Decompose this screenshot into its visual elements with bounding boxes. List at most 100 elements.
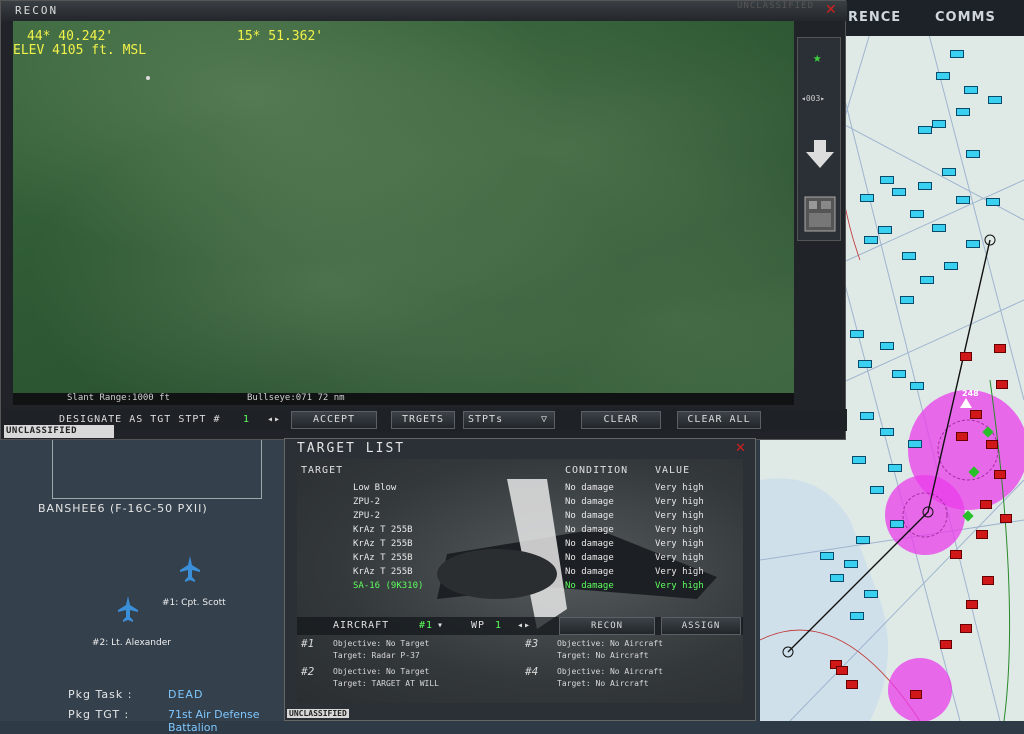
pilot-1-label[interactable]: #1: Cpt. Scott (162, 598, 226, 608)
table-row[interactable]: ZPU-2 No damage Very high (285, 511, 755, 525)
pilot-2-label[interactable]: #2: Lt. Alexander (92, 638, 171, 648)
col-header-condition[interactable]: CONDITION (565, 465, 628, 476)
friendly-unit-icon[interactable] (850, 330, 864, 338)
friendly-unit-icon[interactable] (964, 86, 978, 94)
friendly-unit-icon[interactable] (878, 226, 892, 234)
col-header-target[interactable]: TARGET (301, 465, 343, 476)
table-row[interactable]: KrAz T 255B No damage Very high (285, 553, 755, 567)
enemy-unit-icon[interactable] (910, 690, 922, 699)
friendly-unit-icon[interactable] (860, 194, 874, 202)
stpts-dropdown[interactable]: STPTs ▽ (463, 411, 555, 429)
slot-target[interactable]: Target: TARGET AT WILL (333, 679, 439, 688)
recon-image[interactable]: 44* 40.242' 15* 51.362' ELEV 4105 ft. MS… (13, 21, 794, 393)
wp-arrows-icon[interactable]: ◂▸ (517, 620, 531, 631)
friendly-unit-icon[interactable] (880, 428, 894, 436)
friendly-unit-icon[interactable] (932, 224, 946, 232)
friendly-unit-icon[interactable] (936, 72, 950, 80)
enemy-unit-icon[interactable] (1000, 514, 1012, 523)
friendly-unit-icon[interactable] (900, 296, 914, 304)
enemy-unit-icon[interactable] (956, 432, 968, 441)
friendly-unit-icon[interactable] (908, 440, 922, 448)
table-row[interactable]: KrAz T 255B No damage Very high (285, 525, 755, 539)
table-row[interactable]: Low Blow No damage Very high (285, 483, 755, 497)
recon-titlebar[interactable] (1, 1, 847, 21)
col-header-value[interactable]: VALUE (655, 465, 690, 476)
slot-target[interactable]: Target: Radar P-37 (333, 651, 420, 660)
friendly-unit-icon[interactable] (850, 612, 864, 620)
enemy-unit-icon[interactable] (966, 600, 978, 609)
enemy-unit-icon[interactable] (836, 666, 848, 675)
friendly-unit-icon[interactable] (932, 120, 946, 128)
friendly-unit-icon[interactable] (910, 210, 924, 218)
friendly-unit-icon[interactable] (986, 198, 1000, 206)
enemy-unit-icon[interactable] (950, 550, 962, 559)
recon-button[interactable]: RECON (559, 617, 655, 635)
slot-target[interactable]: Target: No Aircraft (557, 651, 649, 660)
tab-reference[interactable]: RENCE (848, 10, 901, 25)
table-row[interactable]: SA-16 (9K310) No damage Very high (285, 581, 755, 595)
friendly-unit-icon[interactable] (880, 176, 894, 184)
friendly-unit-icon[interactable] (888, 464, 902, 472)
enemy-unit-icon[interactable] (970, 410, 982, 419)
targets-button[interactable]: TRGETS (391, 411, 455, 429)
friendly-unit-icon[interactable] (890, 520, 904, 528)
friendly-unit-icon[interactable] (966, 240, 980, 248)
enemy-unit-icon[interactable] (994, 470, 1006, 479)
friendly-unit-icon[interactable] (858, 360, 872, 368)
friendly-unit-icon[interactable] (950, 50, 964, 58)
slot-target[interactable]: Target: No Aircraft (557, 679, 649, 688)
table-row[interactable]: ZPU-2 No damage Very high (285, 497, 755, 511)
slot-objective[interactable]: Objective: No Aircraft (557, 667, 663, 676)
enemy-unit-icon[interactable] (980, 500, 992, 509)
friendly-unit-icon[interactable] (856, 536, 870, 544)
friendly-unit-icon[interactable] (988, 96, 1002, 104)
accept-button[interactable]: ACCEPT (291, 411, 377, 429)
enemy-unit-icon[interactable] (996, 380, 1008, 389)
clear-button[interactable]: CLEAR (581, 411, 661, 429)
friendly-unit-icon[interactable] (830, 574, 844, 582)
friendly-unit-icon[interactable] (910, 382, 924, 390)
friendly-unit-icon[interactable] (944, 262, 958, 270)
photo-thumbnail-icon[interactable] (804, 196, 836, 232)
friendly-unit-icon[interactable] (920, 276, 934, 284)
friendly-unit-icon[interactable] (864, 590, 878, 598)
enemy-unit-icon[interactable] (960, 352, 972, 361)
star-icon[interactable]: ★ (813, 50, 821, 66)
friendly-unit-icon[interactable] (966, 150, 980, 158)
slot-objective[interactable]: Objective: No Target (333, 667, 429, 676)
designate-stpt-number[interactable]: 1 (243, 414, 250, 425)
friendly-unit-icon[interactable] (918, 126, 932, 134)
friendly-unit-icon[interactable] (860, 412, 874, 420)
friendly-unit-icon[interactable] (918, 182, 932, 190)
zoom-arrows[interactable]: ◂003▸ (801, 94, 825, 103)
friendly-unit-icon[interactable] (892, 370, 906, 378)
friendly-unit-icon[interactable] (880, 342, 894, 350)
friendly-unit-icon[interactable] (820, 552, 834, 560)
assign-button[interactable]: ASSIGN (661, 617, 741, 635)
sam-site-icon[interactable] (982, 426, 994, 438)
table-row[interactable]: KrAz T 255B No damage Very high (285, 567, 755, 581)
friendly-unit-icon[interactable] (870, 486, 884, 494)
friendly-unit-icon[interactable] (942, 168, 956, 176)
clear-all-button[interactable]: CLEAR ALL (677, 411, 761, 429)
enemy-unit-icon[interactable] (960, 624, 972, 633)
friendly-unit-icon[interactable] (864, 236, 878, 244)
friendly-unit-icon[interactable] (892, 188, 906, 196)
table-row[interactable]: KrAz T 255B No damage Very high (285, 539, 755, 553)
close-icon[interactable]: ✕ (825, 2, 837, 18)
aircraft-select[interactable]: #1 (419, 620, 433, 631)
friendly-unit-icon[interactable] (902, 252, 916, 260)
enemy-unit-icon[interactable] (994, 344, 1006, 353)
enemy-unit-icon[interactable] (986, 440, 998, 449)
friendly-unit-icon[interactable] (852, 456, 866, 464)
friendly-unit-icon[interactable] (844, 560, 858, 568)
stpt-arrows-icon[interactable]: ◂▸ (267, 414, 281, 425)
slot-objective[interactable]: Objective: No Target (333, 639, 429, 648)
tab-comms[interactable]: COMMS (935, 10, 996, 25)
enemy-unit-icon[interactable] (846, 680, 858, 689)
sam-site-icon[interactable] (962, 510, 974, 522)
enemy-unit-icon[interactable] (976, 530, 988, 539)
friendly-unit-icon[interactable] (956, 196, 970, 204)
sam-site-icon[interactable] (968, 466, 980, 478)
jet-icon[interactable] (180, 556, 200, 582)
